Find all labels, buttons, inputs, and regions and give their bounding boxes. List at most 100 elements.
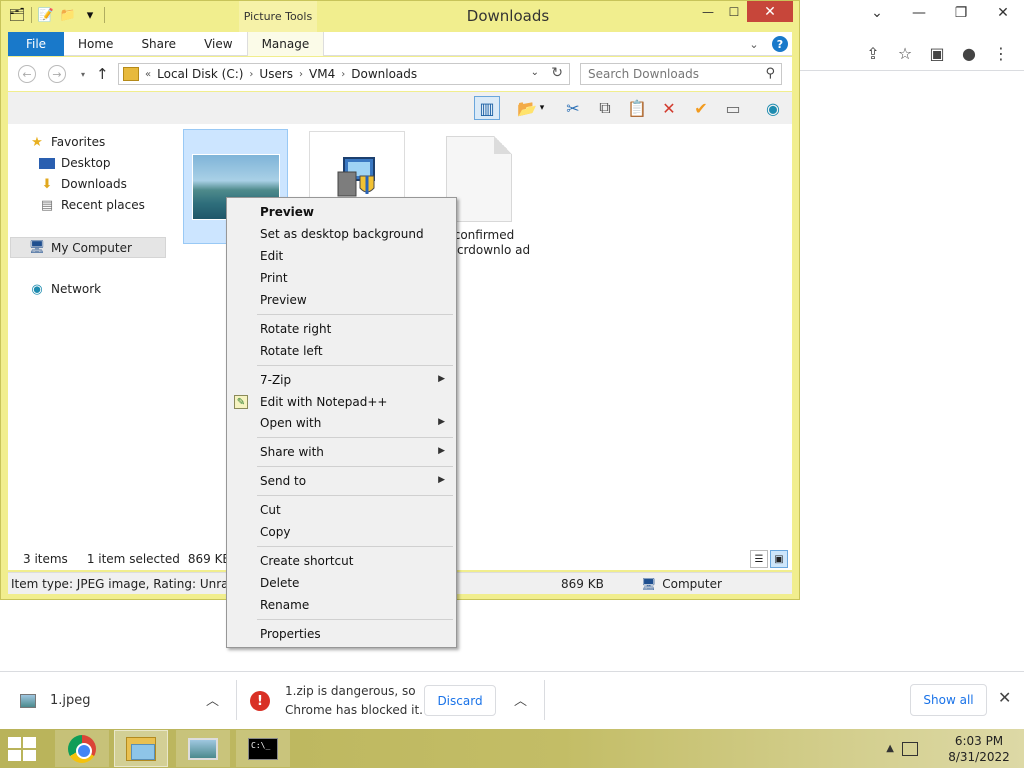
menu-item-preview[interactable]: Preview [227, 289, 456, 311]
maximize-button[interactable]: ☐ [721, 1, 747, 22]
search-icon[interactable]: ⚲ [765, 66, 775, 81]
breadcrumb-vm4[interactable]: VM4 [309, 67, 335, 81]
chevron-down-icon[interactable]: ⌄ [531, 67, 539, 78]
menu-item-rotate-left[interactable]: Rotate left [227, 340, 456, 362]
large-icons-view-icon[interactable]: ▣ [770, 550, 788, 568]
taskbar: C:\_ ▲ 6:03 PM 8/31/2022 [0, 729, 1024, 768]
title-bar: 🗂 📝 📁 ▾ Picture Tools Downloads — ☐ ✕ [1, 1, 799, 32]
menu-item-set-desktop-background[interactable]: Set as desktop background [227, 223, 456, 245]
menu-item-preview-default[interactable]: Preview [227, 201, 456, 223]
breadcrumb-separator[interactable]: › [341, 69, 345, 80]
menu-item-print[interactable]: Print [227, 267, 456, 289]
menu-item-7zip[interactable]: 7-Zip ▶ [227, 369, 456, 391]
chevron-down-icon[interactable]: ▾ [82, 7, 98, 23]
command-prompt-icon: C:\_ [248, 737, 278, 760]
sidebar-item-label: Favorites [51, 135, 106, 149]
address-bar[interactable]: « Local Disk (C:) › Users › VM4 › Downlo… [118, 63, 570, 85]
clock[interactable]: 6:03 PM 8/31/2022 [934, 733, 1024, 765]
new-folder-icon[interactable]: 📁 [60, 7, 76, 23]
up-arrow-icon[interactable]: ↑ [96, 65, 109, 83]
properties-icon[interactable]: 📝 [38, 7, 54, 23]
folder-icon[interactable]: 🗂 [9, 7, 26, 23]
minimize-button[interactable]: — [695, 1, 721, 22]
recent-locations-icon[interactable]: ▾ [74, 65, 92, 83]
quick-access-toolbar: 🗂 📝 📁 ▾ [9, 7, 105, 23]
breadcrumb-downloads[interactable]: Downloads [351, 67, 417, 81]
network-globe-icon[interactable]: ◉ [760, 96, 786, 120]
menu-item-edit-notepadpp[interactable]: ✎ Edit with Notepad++ [227, 391, 456, 413]
show-all-button[interactable]: Show all [910, 684, 987, 716]
tab-file[interactable]: File [8, 32, 64, 56]
menu-item-copy[interactable]: Copy [227, 521, 456, 543]
chrome-minimize-button[interactable]: — [898, 0, 940, 26]
breadcrumb-local-disk[interactable]: Local Disk (C:) [157, 67, 243, 81]
taskbar-photo-viewer[interactable] [176, 730, 230, 767]
paste-icon[interactable]: 📋 [624, 96, 650, 120]
delete-icon[interactable]: ✕ [656, 96, 682, 120]
sidebar-item-desktop[interactable]: Desktop [39, 156, 111, 170]
share-icon[interactable]: ⇪ [864, 44, 882, 63]
menu-item-edit[interactable]: Edit [227, 245, 456, 267]
sidebar-item-network[interactable]: ◉ Network [29, 282, 101, 297]
breadcrumb-overflow[interactable]: « [145, 69, 151, 80]
breadcrumb-users[interactable]: Users [259, 67, 293, 81]
breadcrumb-separator[interactable]: › [299, 69, 303, 80]
tab-share[interactable]: Share [127, 32, 190, 56]
star-icon[interactable]: ☆ [896, 44, 914, 63]
menu-item-open-with[interactable]: Open with ▶ [227, 412, 456, 434]
help-icon[interactable]: ? [772, 36, 788, 52]
forward-button[interactable]: → [48, 65, 66, 83]
checkmark-icon[interactable]: ✔ [688, 96, 714, 120]
menu-item-cut[interactable]: Cut [227, 499, 456, 521]
tab-manage[interactable]: Manage [246, 32, 325, 56]
discard-button[interactable]: Discard [424, 685, 496, 716]
download-item-1jpeg[interactable]: 1.jpeg [20, 693, 91, 708]
sidebar-item-my-computer[interactable]: 🖥 My Computer [10, 237, 166, 258]
menu-item-rename[interactable]: Rename [227, 594, 456, 616]
chevron-down-icon[interactable]: ▾ [536, 96, 548, 120]
chrome-tab-search-button[interactable]: ⌄ [856, 0, 898, 26]
network-status-icon[interactable] [902, 741, 918, 756]
menu-item-rotate-right[interactable]: Rotate right [227, 318, 456, 340]
qat-separator [31, 7, 32, 23]
back-button[interactable]: ← [18, 65, 36, 83]
menu-icon[interactable]: ⋮ [992, 44, 1010, 63]
preview-pane-icon[interactable]: ▥ [474, 96, 500, 120]
menu-item-delete[interactable]: Delete [227, 572, 456, 594]
breadcrumb-separator[interactable]: › [249, 69, 253, 80]
menu-item-send-to[interactable]: Send to ▶ [227, 470, 456, 492]
chevron-up-icon[interactable]: ︿ [514, 690, 527, 709]
tab-view[interactable]: View [190, 32, 246, 56]
window-title: Downloads [466, 7, 550, 25]
selection-size: 869 KB [187, 552, 231, 566]
taskbar-chrome[interactable] [55, 730, 109, 767]
sidebar-icon[interactable]: ▣ [928, 44, 946, 63]
cut-icon[interactable]: ✂ [560, 96, 586, 120]
menu-item-properties[interactable]: Properties [227, 623, 456, 645]
search-input[interactable]: Search Downloads ⚲ [580, 63, 782, 85]
profile-icon[interactable]: ● [960, 44, 978, 63]
close-icon[interactable]: ✕ [998, 688, 1011, 707]
close-button[interactable]: ✕ [747, 1, 793, 22]
refresh-icon[interactable]: ↻ [551, 65, 563, 81]
sidebar-item-recent-places[interactable]: ▤ Recent places [39, 198, 145, 213]
sidebar-item-favorites[interactable]: ★ Favorites [29, 135, 106, 150]
chrome-close-button[interactable]: ✕ [982, 0, 1024, 26]
show-hidden-icons-icon[interactable]: ▲ [886, 743, 894, 754]
menu-item-share-with[interactable]: Share with ▶ [227, 441, 456, 463]
details-view-icon[interactable]: ☰ [750, 550, 768, 568]
menu-separator [257, 466, 453, 467]
windows-start-icon[interactable] [8, 737, 38, 761]
tab-home[interactable]: Home [64, 32, 127, 56]
chrome-restore-button[interactable]: ❐ [940, 0, 982, 26]
menu-separator [257, 619, 453, 620]
rename-icon[interactable]: ▭ [720, 96, 746, 120]
sidebar-item-downloads[interactable]: ⬇ Downloads [39, 177, 127, 192]
menu-item-create-shortcut[interactable]: Create shortcut [227, 550, 456, 572]
taskbar-command-prompt[interactable]: C:\_ [236, 730, 290, 767]
navigation-bar: ← → ▾ ↑ « Local Disk (C:) › Users › VM4 … [8, 57, 792, 91]
expand-ribbon-icon[interactable]: ⌄ [746, 36, 762, 52]
taskbar-file-explorer[interactable] [114, 730, 168, 767]
copy-icon[interactable]: ⧉ [592, 96, 618, 120]
chevron-up-icon[interactable]: ︿ [206, 690, 219, 709]
